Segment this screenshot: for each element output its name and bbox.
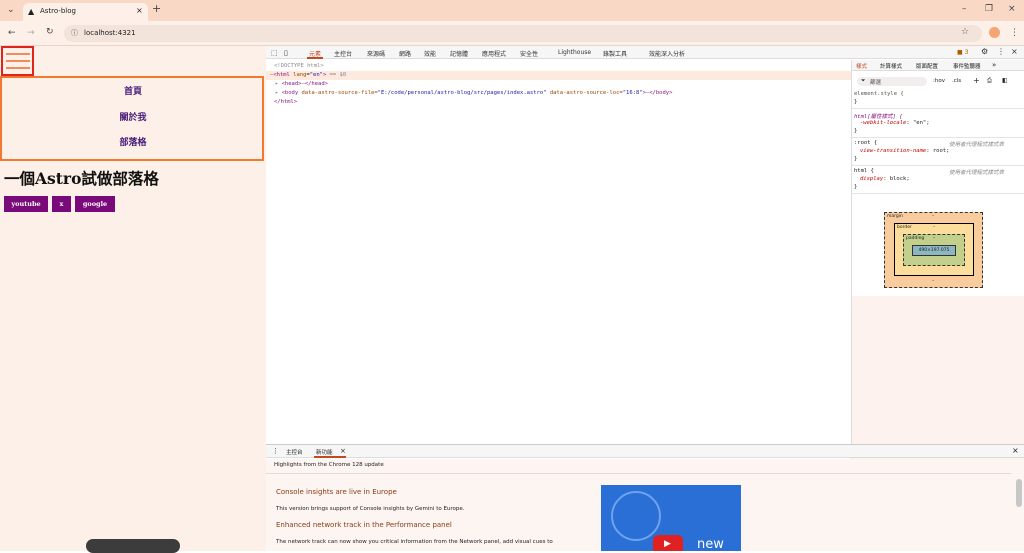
tab-search-icon[interactable]: ⌄	[7, 5, 15, 15]
rule-decl[interactable]: display: block;	[854, 176, 910, 182]
nav-link-about[interactable]: 關於我	[2, 110, 264, 123]
reload-icon[interactable]: ↻	[46, 27, 54, 37]
astro-favicon-icon: ▲	[28, 7, 35, 16]
tab-strip: ⌄ ▲ Astro-blog × + – ❐ ×	[0, 0, 1024, 21]
drawer-tabbar: ⋮ 主控台 新功能 × ×	[266, 445, 1024, 458]
whats-new-video-thumbnail[interactable]: ▶ new	[601, 485, 741, 551]
new-tab-icon[interactable]: +	[152, 3, 161, 14]
page-viewport: 首頁 關於我 部落格 一個Astro試做部落格 youtube x google	[0, 46, 266, 553]
youtube-button[interactable]: youtube	[4, 196, 48, 212]
padding-top-value: –	[933, 236, 936, 241]
profile-avatar[interactable]	[989, 27, 1000, 38]
box-model-content[interactable]: 490×197.075	[912, 245, 956, 256]
close-tab-icon[interactable]: ×	[136, 6, 143, 15]
whats-new-paragraph-2: The network track can now show you criti…	[276, 539, 553, 545]
box-model-margin[interactable]: margin – – border – padding – 490×197.07…	[884, 212, 983, 288]
rule-end: }	[854, 128, 858, 134]
back-icon[interactable]: ←	[8, 28, 16, 38]
rule-root[interactable]: :root {	[854, 140, 877, 146]
margin-top-value: –	[932, 214, 935, 219]
address-bar[interactable]: ⓘ localhost:4321 ☆	[64, 25, 982, 42]
video-new-label: new	[697, 537, 724, 551]
border-label: border	[897, 225, 912, 230]
hamburger-icon-line	[6, 60, 30, 62]
minimize-icon[interactable]: –	[962, 4, 967, 14]
window-close-icon[interactable]: ×	[1008, 4, 1016, 14]
rule-decl[interactable]: view-transition-name: root;	[854, 148, 949, 154]
rule-element-style[interactable]: element.style {	[854, 91, 904, 97]
whats-new-heading-2: Enhanced network track in the Performanc…	[276, 521, 452, 529]
style-rules: element.style { } html[屬性樣式] { -webkit-l…	[266, 46, 1024, 206]
google-button[interactable]: google	[75, 196, 115, 212]
site-info-icon[interactable]: ⓘ	[71, 28, 78, 38]
nav-link-blog[interactable]: 部落格	[2, 135, 264, 148]
rule-decl[interactable]: -webkit-locale: "en";	[854, 120, 930, 126]
forward-icon[interactable]: →	[27, 28, 35, 38]
drawer-tab-close-icon[interactable]: ×	[340, 447, 346, 455]
rule-end: }	[854, 156, 858, 162]
border-top-value: –	[933, 225, 936, 230]
whats-new-panel: Highlights from the Chrome 128 update Co…	[266, 459, 1024, 551]
margin-bottom-value: –	[932, 279, 935, 284]
bookmark-star-icon[interactable]: ☆	[961, 27, 969, 37]
close-drawer-icon[interactable]: ×	[1012, 446, 1019, 455]
box-model-padding[interactable]: padding – 490×197.075	[903, 234, 965, 266]
hamburger-icon-line	[6, 67, 30, 69]
drawer-menu-icon[interactable]: ⋮	[272, 447, 279, 455]
drawer-tab-console[interactable]: 主控台	[286, 448, 303, 456]
margin-label: margin	[887, 214, 903, 219]
rule-html[interactable]: html {	[854, 168, 874, 174]
drawer-scrollbar[interactable]	[1016, 479, 1022, 507]
chrome-logo-outline	[611, 491, 661, 541]
rule-html-attr[interactable]: html[屬性樣式] {	[854, 112, 903, 120]
rule-divider	[852, 165, 1024, 166]
drawer-active-indicator	[314, 456, 346, 458]
browser-tab[interactable]: ▲ Astro-blog ×	[23, 3, 148, 21]
rule-divider	[852, 193, 1024, 194]
x-button[interactable]: x	[52, 196, 71, 212]
box-model-border[interactable]: border – padding – 490×197.075	[894, 223, 974, 276]
whats-new-divider	[266, 473, 1011, 474]
restore-icon[interactable]: ❐	[985, 4, 993, 14]
rule-divider	[852, 108, 1024, 109]
rule-source: 使用者代理程式樣式表	[949, 170, 1005, 176]
hamburger-menu-button[interactable]	[1, 46, 34, 76]
rule-end: }	[854, 184, 858, 190]
highlights-text: Highlights from the Chrome 128 update	[274, 462, 384, 468]
play-button-icon[interactable]: ▶	[653, 535, 683, 551]
browser-menu-icon[interactable]: ⋮	[1010, 28, 1019, 38]
padding-label: padding	[906, 236, 925, 241]
whats-new-heading-1: Console insights are live in Europe	[276, 488, 397, 496]
hamburger-icon	[6, 53, 30, 55]
rule-source: 使用者代理程式樣式表	[949, 142, 1005, 148]
tab-title: Astro-blog	[40, 7, 76, 15]
nav-menu: 首頁 關於我 部落格	[0, 76, 264, 161]
drawer-tab-whats-new[interactable]: 新功能	[316, 448, 333, 456]
whats-new-paragraph-1: This version brings support of Console i…	[276, 506, 465, 512]
page-title: 一個Astro試做部落格	[4, 169, 159, 188]
rule-divider	[852, 137, 1024, 138]
devtools-panel: ⬚ ▯ 元素 主控台 來源碼 網路 效能 記憶體 應用程式 安全性 Lighth…	[266, 46, 1024, 551]
rule-end: }	[854, 99, 858, 105]
url-text: localhost:4321	[84, 29, 136, 37]
nav-link-home[interactable]: 首頁	[2, 84, 264, 97]
